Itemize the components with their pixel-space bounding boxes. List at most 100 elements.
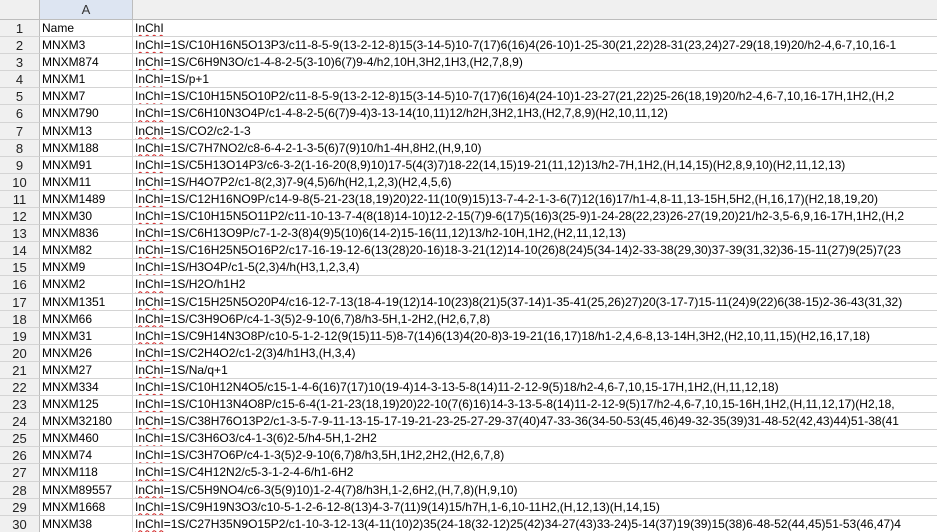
cell-inchi[interactable]: InChI=1S/C10H13N4O8P/c15-6-4(1-21-23(18,… (133, 396, 937, 414)
cell-name[interactable]: MNXM89557 (40, 481, 133, 499)
cell-inchi[interactable]: InChI=1S/C4H12N2/c5-3-1-2-4-6/h1-6H2 (133, 464, 937, 482)
cell-inchi[interactable]: InChI=1S/C9H19N3O3/c10-5-1-2-6-12-8(13)4… (133, 499, 937, 516)
row-header[interactable]: 19 (0, 327, 40, 345)
cell-name[interactable]: MNXM2 (40, 276, 133, 294)
cell-inchi[interactable]: InChI=1S/C27H35N9O15P2/c1-10-3-12-13(4-1… (133, 516, 937, 532)
cell-name[interactable]: Name (40, 20, 133, 38)
row-header[interactable]: 15 (0, 259, 40, 277)
row-header[interactable]: 2 (0, 37, 40, 55)
cell-inchi[interactable]: InChI=1S/C3H6O3/c4-1-3(6)2-5/h4-5H,1-2H2 (133, 430, 937, 448)
cell-name[interactable]: MNXM74 (40, 447, 133, 465)
spreadsheet[interactable]: A 1 Name InChI 2 MNXM3 InChI=1S/C10H16N5O13P3… (0, 0, 937, 532)
row-header[interactable]: 4 (0, 71, 40, 89)
cell-inchi[interactable]: InChI=1S/C10H15N5O11P2/c11-10-13-7-4(8(1… (133, 208, 937, 226)
cell-name[interactable]: MNXM118 (40, 464, 133, 482)
select-all-corner[interactable] (0, 0, 40, 19)
cell-inchi[interactable]: InChI=1S/H4O7P2/c1-8(2,3)7-9(4,5)6/h(H2,… (133, 174, 937, 191)
cell-name[interactable]: MNXM334 (40, 378, 133, 397)
row-header[interactable]: 20 (0, 344, 40, 362)
row-header[interactable]: 11 (0, 190, 40, 209)
row-header[interactable]: 12 (0, 208, 40, 226)
cell-inchi[interactable]: InChI=1S/C5H9NO4/c6-3(5(9)10)1-2-4(7)8/h… (133, 482, 937, 499)
row-header[interactable]: 30 (0, 515, 40, 532)
row-header[interactable]: 28 (0, 481, 40, 499)
cell-name[interactable]: MNXM13 (40, 122, 133, 140)
row-header[interactable]: 26 (0, 447, 40, 465)
row-header[interactable]: 24 (0, 413, 40, 431)
cell-name[interactable]: MNXM790 (40, 105, 133, 123)
cell-inchi[interactable]: InChI=1S/C10H16N5O13P3/c11-8-5-9(13-2-12… (133, 37, 937, 55)
cell-inchi[interactable]: InChI=1S/C6H13O9P/c7-1-2-3(8)4(9)5(10)6(… (133, 225, 937, 243)
cell-inchi[interactable]: InChI=1S/C38H76O13P2/c1-3-5-7-9-11-13-15… (133, 413, 937, 431)
cell-name[interactable]: MNXM30 (40, 208, 133, 226)
row-header[interactable]: 10 (0, 173, 40, 191)
cell-inchi[interactable]: InChI=1S/C12H16NO9P/c14-9-8(5-21-23(18,1… (133, 191, 937, 209)
row-header[interactable]: 1 (0, 20, 40, 38)
cell-inchi[interactable]: InChI=1S/C3H9O6P/c4-1-3(5)2-9-10(6,7)8/h… (133, 311, 937, 328)
cell-name[interactable]: MNXM9 (40, 259, 133, 277)
cell-name[interactable]: MNXM1668 (40, 498, 133, 516)
cell-name[interactable]: MNXM31 (40, 327, 133, 345)
row-header[interactable]: 16 (0, 276, 40, 294)
cell-inchi[interactable]: InChI=1S/C16H25N5O16P2/c17-16-19-12-6(13… (133, 242, 937, 260)
cell-inchi[interactable]: InChI=1S/C6H9N3O/c1-4-8-2-5(3-10)6(7)9-4… (133, 54, 937, 72)
cell-inchi[interactable]: InChI=1S/C10H12N4O5/c15-1-4-6(16)7(17)10… (133, 379, 937, 397)
cell-name[interactable]: MNXM188 (40, 139, 133, 157)
cell-name[interactable]: MNXM1489 (40, 190, 133, 209)
row-header[interactable]: 22 (0, 378, 40, 397)
cell-name[interactable]: MNXM27 (40, 361, 133, 379)
cell-inchi[interactable]: InChI=1S/C15H25N5O20P4/c16-12-7-13(18-4-… (133, 294, 937, 311)
spellcheck-mark: InChI (135, 72, 164, 87)
row-header[interactable]: 27 (0, 464, 40, 482)
cell-inchi[interactable]: InChI=1S/C7H7NO2/c8-6-4-2-1-3-5(6)7(9)10… (133, 140, 937, 157)
cell-name[interactable]: MNXM1351 (40, 293, 133, 311)
cell-name[interactable]: MNXM125 (40, 396, 133, 414)
row-header[interactable]: 25 (0, 430, 40, 448)
cell-name[interactable]: MNXM11 (40, 173, 133, 191)
cell-name[interactable]: MNXM82 (40, 242, 133, 260)
column-header-b[interactable] (133, 0, 937, 19)
row-header[interactable]: 7 (0, 122, 40, 140)
row-header[interactable]: 14 (0, 242, 40, 260)
row-header[interactable]: 5 (0, 88, 40, 106)
inchi-text: InChI=1S/C7H7NO2/c8-6-4-2-1-3-5(6)7(9)10… (135, 140, 482, 155)
row-header[interactable]: 21 (0, 361, 40, 379)
cell-inchi[interactable]: InChI=1S/Na/q+1 (133, 362, 937, 379)
cell-inchi[interactable]: InChI=1S/H2O/h1H2 (133, 276, 937, 294)
cell-inchi[interactable]: InChI (133, 20, 937, 38)
cell-inchi[interactable]: InChI=1S/C2H4O2/c1-2(3)4/h1H3,(H,3,4) (133, 345, 937, 362)
row-header[interactable]: 18 (0, 310, 40, 328)
cell-inchi[interactable]: InChI=1S/p+1 (133, 71, 937, 89)
cell-inchi[interactable]: InChI=1S/H3O4P/c1-5(2,3)4/h(H3,1,2,3,4) (133, 259, 937, 277)
cell-inchi[interactable]: InChI=1S/C3H7O6P/c4-1-3(5)2-9-10(6,7)8/h… (133, 447, 937, 465)
cell-inchi[interactable]: InChI=1S/C5H13O14P3/c6-3-2(1-16-20(8,9)1… (133, 157, 937, 174)
cell-name[interactable]: MNXM7 (40, 88, 133, 106)
row-header[interactable]: 17 (0, 293, 40, 311)
row-header[interactable]: 9 (0, 156, 40, 174)
cell-name[interactable]: MNXM66 (40, 310, 133, 328)
cell-inchi[interactable]: InChI=1S/CO2/c2-1-3 (133, 123, 937, 140)
cell-name[interactable]: MNXM460 (40, 430, 133, 448)
cell-name[interactable]: MNXM91 (40, 156, 133, 174)
cell-name[interactable]: MNXM874 (40, 54, 133, 72)
row-header[interactable]: 23 (0, 396, 40, 414)
column-header-a[interactable]: A (40, 0, 133, 19)
row-header[interactable]: 3 (0, 54, 40, 72)
row-header[interactable]: 8 (0, 139, 40, 157)
spellcheck-mark: InChI (135, 243, 164, 258)
cell-name[interactable]: MNXM1 (40, 71, 133, 89)
cell-name[interactable]: MNXM836 (40, 225, 133, 243)
cell-name[interactable]: MNXM32180 (40, 413, 133, 431)
spellcheck-mark: InChI (135, 328, 164, 343)
cell-name[interactable]: MNXM3 (40, 37, 133, 55)
table-row: 18 MNXM66 InChI=1S/C3H9O6P/c4-1-3(5)2-9-10… (0, 310, 937, 328)
cell-inchi[interactable]: InChI=1S/C9H14N3O8P/c10-5-1-2-12(9(15)11… (133, 328, 937, 345)
row-header[interactable]: 29 (0, 498, 40, 516)
cell-name[interactable]: MNXM26 (40, 344, 133, 362)
table-row: 28 MNXM89557 InChI=1S/C5H9NO4/c6-3(5(9)10)… (0, 481, 937, 499)
row-header[interactable]: 13 (0, 225, 40, 243)
cell-inchi[interactable]: InChI=1S/C10H15N5O10P2/c11-8-5-9(13-2-12… (133, 88, 937, 106)
cell-inchi[interactable]: InChI=1S/C6H10N3O4P/c1-4-8-2-5(6(7)9-4)3… (133, 105, 937, 123)
cell-name[interactable]: MNXM38 (40, 515, 133, 532)
row-header[interactable]: 6 (0, 105, 40, 123)
